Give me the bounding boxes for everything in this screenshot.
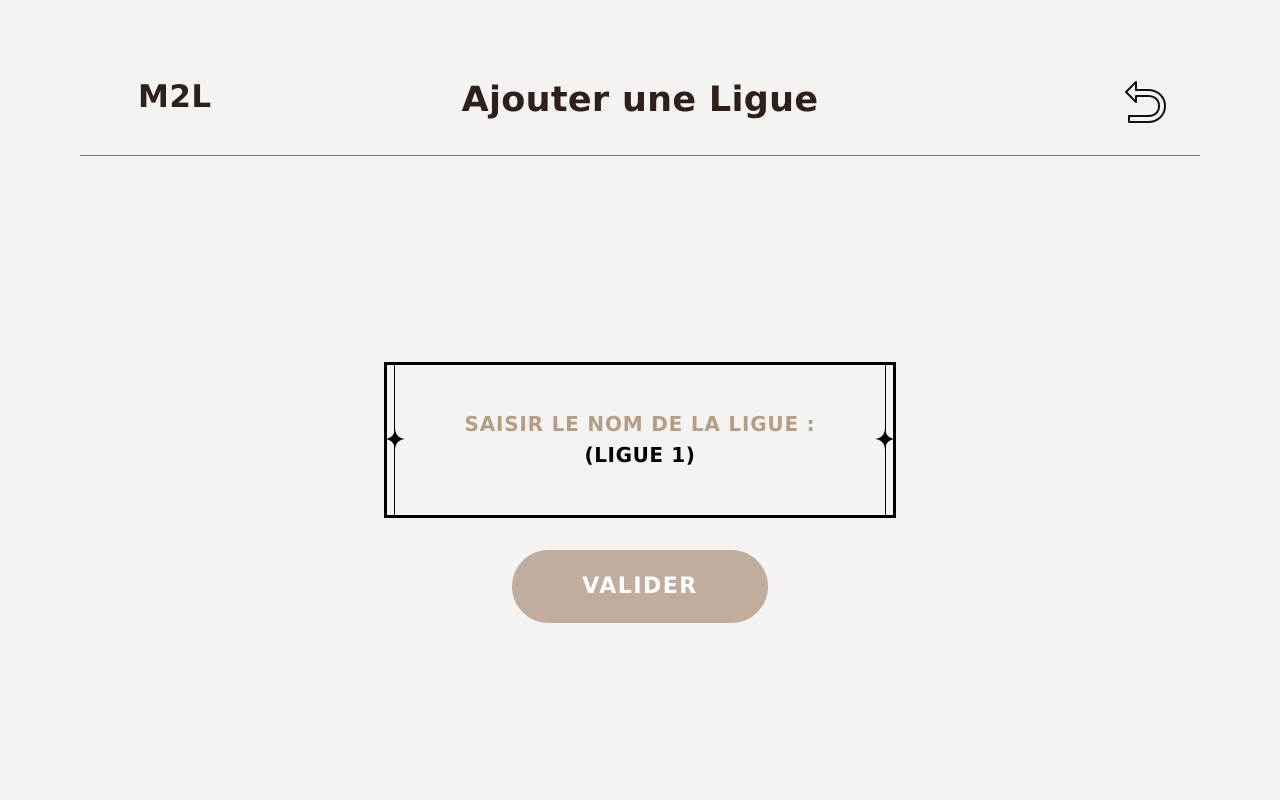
- league-name-input[interactable]: [447, 441, 833, 469]
- add-league-page: M2L Ajouter une Ligue SAISIR LE NOM DE L…: [0, 0, 1280, 800]
- header-divider: [80, 155, 1200, 156]
- page-title: Ajouter une Ligue: [461, 80, 819, 120]
- validate-button[interactable]: VALIDER: [512, 550, 768, 623]
- league-name-label: SAISIR LE NOM DE LA LIGUE :: [464, 412, 816, 436]
- undo-arrow-icon: [1125, 81, 1166, 123]
- back-button[interactable]: [1120, 78, 1170, 128]
- league-name-field[interactable]: SAISIR LE NOM DE LA LIGUE :: [384, 362, 896, 518]
